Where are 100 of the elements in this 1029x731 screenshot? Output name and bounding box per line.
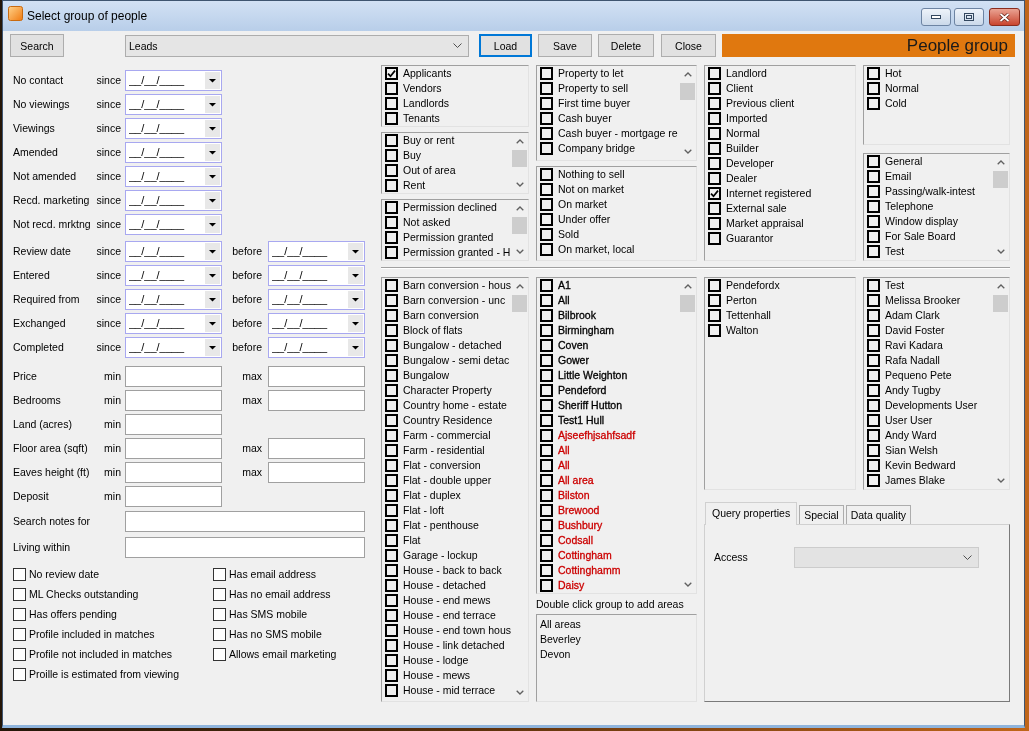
checkbox[interactable] [385, 489, 398, 502]
checkbox[interactable] [385, 444, 398, 457]
checkbox[interactable] [540, 519, 553, 532]
text-field[interactable] [125, 510, 365, 532]
checkbox[interactable] [867, 414, 880, 427]
checkbox[interactable] [867, 245, 880, 258]
list-item[interactable]: All areas [540, 617, 581, 632]
checkbox[interactable] [540, 564, 553, 577]
checkbox[interactable] [867, 279, 880, 292]
checkbox[interactable] [385, 309, 398, 322]
checkbox[interactable] [867, 294, 880, 307]
checkbox[interactable] [708, 142, 721, 155]
checkbox[interactable] [867, 339, 880, 352]
checkbox[interactable] [708, 157, 721, 170]
checkbox[interactable] [213, 567, 226, 581]
chevron-down-icon[interactable] [996, 249, 1005, 254]
checkbox[interactable] [540, 228, 553, 241]
checkbox[interactable] [867, 155, 880, 168]
chevron-down-icon[interactable] [453, 43, 462, 48]
chevron-up-icon[interactable] [515, 284, 524, 289]
tab[interactable]: Special [799, 505, 844, 524]
checkbox[interactable] [540, 142, 553, 155]
checkbox[interactable] [385, 579, 398, 592]
checkbox[interactable] [540, 474, 553, 487]
checkbox[interactable] [13, 567, 26, 581]
checkbox[interactable] [385, 504, 398, 517]
checkbox[interactable] [13, 647, 26, 661]
checkbox[interactable] [385, 519, 398, 532]
checkbox[interactable] [867, 399, 880, 412]
minimize-button[interactable] [921, 8, 951, 26]
checkbox[interactable] [385, 246, 398, 259]
checkbox[interactable] [540, 354, 553, 367]
chevron-down-icon[interactable] [515, 182, 524, 187]
number-field[interactable] [125, 461, 222, 483]
checkbox[interactable] [708, 232, 721, 245]
checkbox[interactable] [540, 384, 553, 397]
checkbox[interactable] [867, 354, 880, 367]
checkbox[interactable] [385, 654, 398, 667]
checkbox[interactable] [385, 354, 398, 367]
checkbox[interactable] [708, 217, 721, 230]
checkbox[interactable] [540, 168, 553, 181]
number-field[interactable] [268, 365, 365, 387]
tab[interactable]: Data quality [845, 505, 912, 524]
chevron-down-icon[interactable] [683, 582, 692, 587]
checkbox[interactable] [13, 627, 26, 641]
checkbox[interactable] [708, 324, 721, 337]
checkbox[interactable] [540, 414, 553, 427]
checkbox[interactable] [540, 183, 553, 196]
number-field[interactable] [268, 389, 365, 411]
checkbox[interactable] [708, 67, 721, 80]
checkbox[interactable] [867, 324, 880, 337]
checkbox[interactable] [385, 149, 398, 162]
chevron-down-icon[interactable] [996, 478, 1005, 483]
group-dropdown[interactable]: Leads [125, 34, 469, 57]
checkbox[interactable] [708, 294, 721, 307]
checkbox[interactable] [867, 215, 880, 228]
number-field[interactable] [125, 485, 222, 507]
checkbox[interactable] [385, 369, 398, 382]
checkbox[interactable] [213, 587, 226, 601]
checkbox[interactable] [708, 127, 721, 140]
checkbox[interactable] [13, 587, 26, 601]
scrollbar-thumb[interactable] [993, 171, 1008, 188]
chevron-down-icon[interactable] [515, 690, 524, 695]
checkbox[interactable] [540, 97, 553, 110]
chevron-up-icon[interactable] [515, 139, 524, 144]
scrollbar-thumb[interactable] [993, 295, 1008, 312]
checkbox[interactable] [385, 82, 398, 95]
checkbox[interactable] [867, 384, 880, 397]
checkbox[interactable] [385, 609, 398, 622]
tab[interactable]: Query properties [705, 502, 798, 525]
checkbox[interactable] [213, 627, 226, 641]
checkbox[interactable] [540, 444, 553, 457]
checkbox[interactable] [385, 201, 398, 214]
checkbox[interactable] [540, 279, 553, 292]
checkbox[interactable] [540, 198, 553, 211]
checkbox[interactable] [540, 243, 553, 256]
scrollbar-thumb[interactable] [512, 150, 527, 167]
checkbox[interactable] [708, 202, 721, 215]
checkbox[interactable] [385, 294, 398, 307]
checkbox[interactable] [540, 82, 553, 95]
checkbox[interactable] [867, 97, 880, 110]
checkbox[interactable] [867, 369, 880, 382]
maximize-button[interactable] [954, 8, 984, 26]
checkbox[interactable] [13, 667, 26, 681]
checkbox[interactable] [385, 564, 398, 577]
checkbox[interactable] [867, 459, 880, 472]
checkbox[interactable] [540, 324, 553, 337]
checkbox[interactable] [540, 534, 553, 547]
checkbox[interactable] [540, 369, 553, 382]
checkbox[interactable] [385, 112, 398, 125]
checkbox[interactable] [867, 170, 880, 183]
text-field[interactable] [125, 536, 365, 558]
checkbox[interactable] [385, 414, 398, 427]
checkbox[interactable] [540, 67, 553, 80]
checkbox[interactable] [540, 294, 553, 307]
checkbox[interactable] [385, 231, 398, 244]
checkbox[interactable] [385, 624, 398, 637]
checkbox[interactable] [385, 97, 398, 110]
checkbox[interactable] [385, 164, 398, 177]
save-button[interactable]: Save [538, 34, 592, 57]
